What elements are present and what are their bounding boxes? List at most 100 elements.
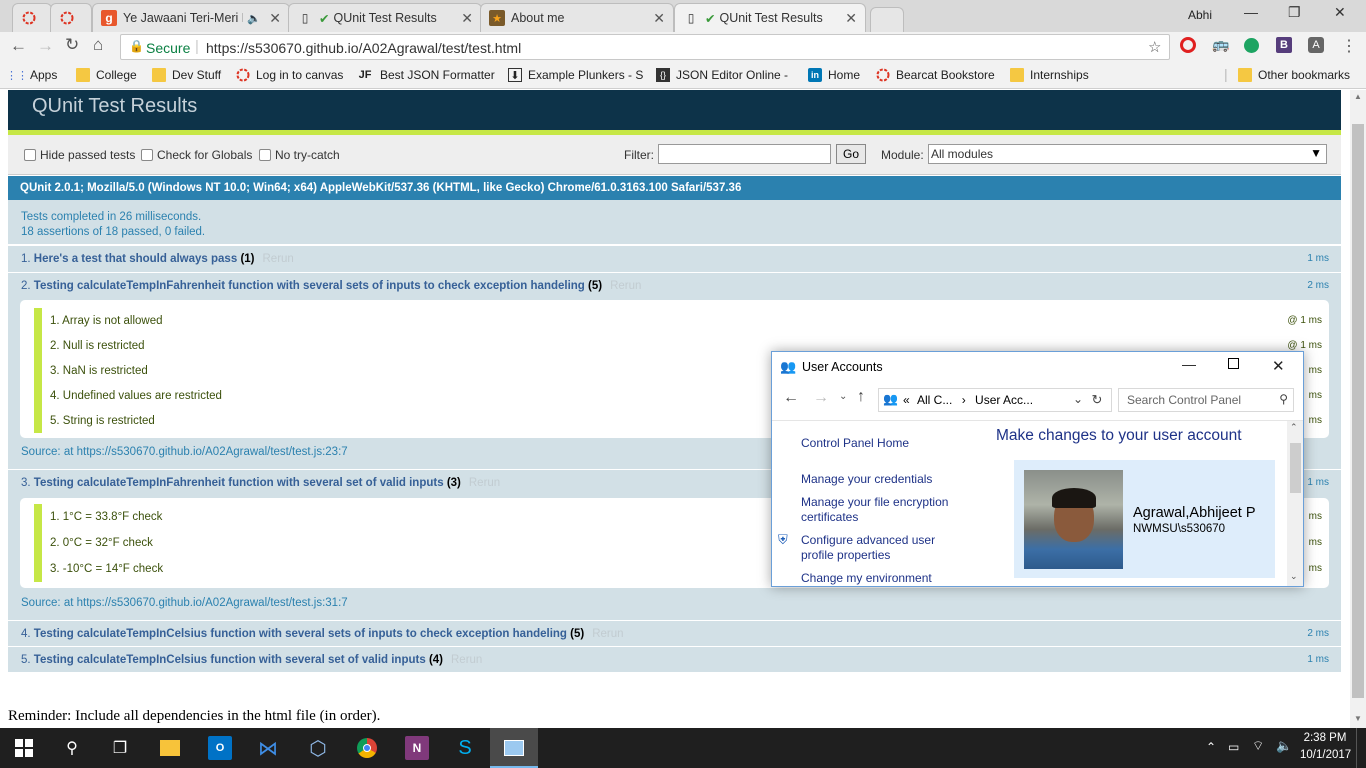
close-icon[interactable]: ✕	[845, 10, 857, 27]
bookmark-dev-stuff[interactable]: Dev Stuff	[152, 68, 221, 82]
bookmark-linkedin[interactable]: in Home	[808, 68, 860, 82]
control-panel-home-link[interactable]: Control Panel Home	[801, 436, 909, 451]
bookmark-college[interactable]: College	[76, 68, 137, 82]
source-link[interactable]: Source: at https://s530670.github.io/A02…	[21, 597, 348, 609]
rerun-link[interactable]: Rerun	[592, 628, 623, 640]
battery-icon[interactable]: ▭	[1228, 740, 1239, 754]
chevron-up-icon[interactable]: ⌃	[1290, 422, 1298, 433]
breadcrumb-item[interactable]: User Acc...	[975, 393, 1033, 407]
close-window-icon[interactable]: ✕	[1334, 4, 1346, 21]
no-try-catch-checkbox[interactable]: No try-catch	[259, 148, 340, 162]
onenote-icon[interactable]: N	[405, 736, 429, 760]
advanced-profile-link[interactable]: Configure advanced user profile properti…	[801, 533, 951, 563]
test-name[interactable]: Testing calculateTempInFahrenheit functi…	[34, 280, 585, 292]
back-icon[interactable]: ←	[10, 36, 27, 56]
page-title[interactable]: QUnit Test Results	[32, 95, 197, 118]
grammarly-icon[interactable]	[1244, 38, 1259, 53]
scrollbar-thumb[interactable]	[1352, 124, 1364, 698]
speaker-icon[interactable]: 🔈	[247, 12, 261, 25]
bookmark-apps[interactable]: ⋮⋮ Apps	[6, 68, 57, 82]
minimize-icon[interactable]: —	[1244, 4, 1258, 20]
bookmark-plunkers[interactable]: ⬇ Example Plunkers - S	[508, 68, 643, 82]
profile-name[interactable]: Abhi	[1188, 8, 1212, 22]
address-breadcrumb[interactable]: 👥 « All C... › User Acc... ⌄	[878, 388, 1112, 412]
test-item[interactable]: 1. Here's a test that should always pass…	[8, 245, 1341, 272]
scrollbar-thumb[interactable]	[1290, 443, 1301, 493]
search-input[interactable]: Search Control Panel ⚲	[1118, 388, 1294, 412]
back-icon[interactable]: ←	[783, 389, 799, 407]
tab-about-me[interactable]: ★ About me ✕	[480, 3, 674, 32]
task-view-icon[interactable]: ❐	[108, 736, 132, 760]
tab-qunit-active[interactable]: ▯ ✔ QUnit Test Results ✕	[674, 3, 866, 32]
restore-icon[interactable]: ❐	[1288, 4, 1301, 21]
omnibox[interactable]: 🔒 Secure | https://s530670.github.io/A02…	[120, 34, 1170, 60]
tab-qunit-1[interactable]: ▯ ✔ QUnit Test Results ✕	[288, 3, 482, 32]
breadcrumb-item[interactable]: All C...	[917, 393, 952, 407]
file-explorer-icon[interactable]	[158, 736, 182, 760]
volume-icon[interactable]: 🔈	[1276, 738, 1292, 754]
chevron-down-icon[interactable]: ⌄	[839, 391, 847, 402]
home-icon[interactable]: ⌂	[93, 35, 103, 55]
opera-extension-icon[interactable]	[1180, 37, 1196, 53]
show-desktop-button[interactable]	[1356, 728, 1366, 768]
tab-music[interactable]: g Ye Jawaani Teri-Meri P 🔈 ✕	[92, 3, 290, 32]
test-name[interactable]: Here's a test that should always pass	[34, 253, 237, 265]
close-icon[interactable]: ✕	[269, 10, 281, 27]
dialog-scrollbar[interactable]: ⌃ ⌄	[1287, 421, 1303, 586]
skype-icon[interactable]: S	[453, 736, 477, 760]
control-panel-taskbar-button[interactable]	[490, 728, 538, 768]
test-name[interactable]: Testing calculateTempInCelsius function …	[34, 628, 567, 640]
chevron-up-icon[interactable]: ⌃	[1206, 740, 1216, 754]
reload-icon[interactable]: ↻	[65, 35, 79, 55]
minimize-icon[interactable]: —	[1182, 356, 1196, 372]
go-button[interactable]: Go	[836, 144, 866, 164]
windows-start-icon[interactable]	[12, 736, 36, 760]
forward-icon[interactable]: →	[813, 389, 829, 407]
bookmark-json-editor[interactable]: {} JSON Editor Online -	[656, 68, 788, 82]
virtualbox-icon[interactable]: ⬡	[306, 736, 330, 760]
close-icon[interactable]: ✕	[461, 10, 473, 27]
bookmark-internships[interactable]: Internships	[1010, 68, 1089, 82]
test-name[interactable]: Testing calculateTempInCelsius function …	[34, 654, 426, 666]
rerun-link[interactable]: Rerun	[451, 654, 482, 666]
bookmark-star-icon[interactable]: ☆	[1148, 38, 1161, 56]
module-select[interactable]: All modules ▼	[928, 144, 1327, 164]
test-item[interactable]: 5. Testing calculateTempInCelsius functi…	[8, 646, 1341, 672]
rerun-link[interactable]: Rerun	[469, 477, 500, 489]
forward-icon[interactable]: →	[37, 36, 54, 56]
manage-credentials-link[interactable]: Manage your credentials	[801, 472, 932, 487]
chevron-down-icon[interactable]: ⌄	[1073, 392, 1083, 406]
rerun-link[interactable]: Rerun	[610, 280, 641, 292]
close-icon[interactable]: ✕	[653, 10, 665, 27]
bus-extension-icon[interactable]: 🚌	[1212, 36, 1229, 53]
test-item[interactable]: 4. Testing calculateTempInCelsius functi…	[8, 620, 1341, 646]
bookmark-bookstore[interactable]: Bearcat Bookstore	[876, 68, 995, 82]
scroll-up-icon[interactable]: ▲	[1354, 92, 1362, 101]
menu-icon[interactable]: ⋮	[1341, 36, 1357, 56]
bookmark-canvas[interactable]: Log in to canvas	[236, 68, 343, 82]
bookmark-json-formatter[interactable]: JF Best JSON Formatter	[356, 68, 495, 82]
checkbox-box[interactable]	[259, 149, 271, 161]
rerun-link[interactable]: Rerun	[263, 253, 294, 265]
tab-pinned-2[interactable]	[50, 3, 92, 32]
bootstrap-icon[interactable]: B	[1276, 37, 1292, 53]
up-icon[interactable]: ↑	[857, 388, 865, 406]
url-text[interactable]: https://s530670.github.io/A02Agrawal/tes…	[206, 40, 521, 56]
close-icon[interactable]: ✕	[1272, 357, 1285, 375]
checkbox-box[interactable]	[141, 149, 153, 161]
tab-pinned-1[interactable]	[12, 3, 52, 32]
refresh-icon[interactable]: ↻	[1088, 392, 1106, 412]
chevron-down-icon[interactable]: ⌄	[1290, 571, 1298, 582]
outlook-icon[interactable]: O	[208, 736, 232, 760]
search-icon[interactable]: ⚲	[60, 736, 84, 760]
maximize-icon[interactable]	[1228, 358, 1239, 369]
checkbox-box[interactable]	[24, 149, 36, 161]
bookmark-other[interactable]: Other bookmarks	[1238, 68, 1350, 82]
clock-date[interactable]: 10/1/2017	[1300, 749, 1351, 761]
scroll-down-icon[interactable]: ▼	[1354, 714, 1362, 723]
hide-passed-checkbox[interactable]: Hide passed tests	[24, 148, 135, 162]
vscode-icon[interactable]: ⋈	[256, 736, 280, 760]
filter-input[interactable]	[658, 144, 831, 164]
check-globals-checkbox[interactable]: Check for Globals	[141, 148, 252, 162]
breadcrumb-overflow[interactable]: «	[903, 393, 910, 407]
